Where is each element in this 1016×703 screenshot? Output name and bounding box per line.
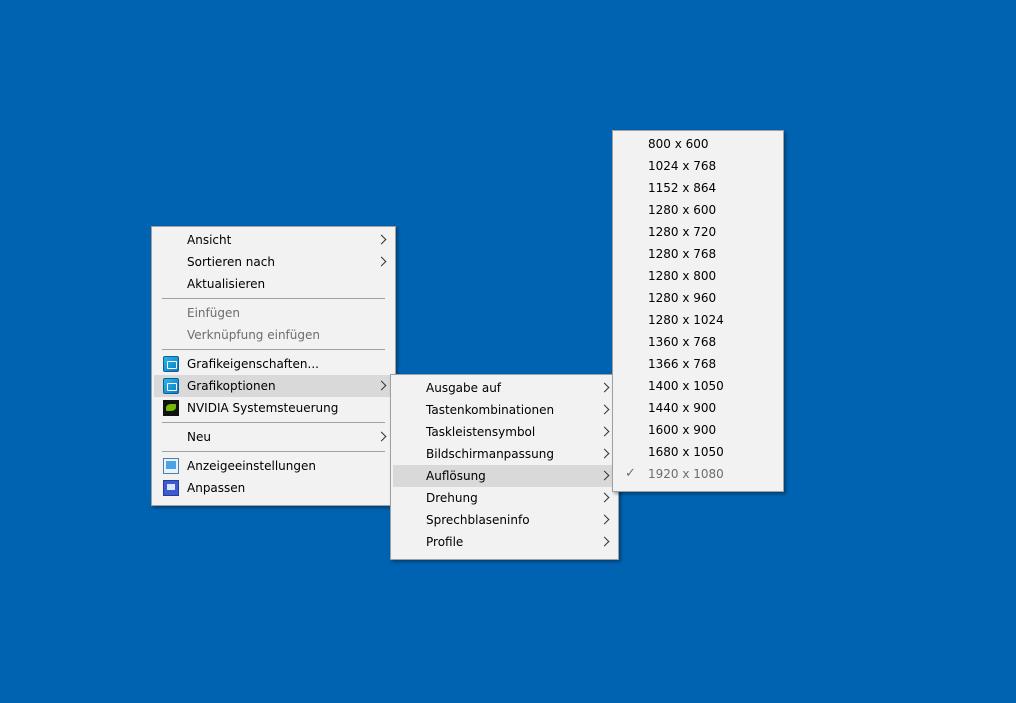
menu-item-bildschirmanpassung[interactable]: Bildschirmanpassung xyxy=(393,443,616,465)
resolution-item[interactable]: 1360 x 768 xyxy=(615,331,781,353)
menu-item-neu[interactable]: Neu xyxy=(154,426,393,448)
resolution-item[interactable]: 1400 x 1050 xyxy=(615,375,781,397)
menu-item-taskleistensymbol[interactable]: Taskleistensymbol xyxy=(393,421,616,443)
chevron-right-icon xyxy=(599,448,610,459)
resolution-item[interactable]: 1280 x 1024 xyxy=(615,309,781,331)
menu-item-label: NVIDIA Systemsteuerung xyxy=(187,401,339,415)
personalize-icon xyxy=(163,480,179,496)
chevron-right-icon xyxy=(376,431,387,442)
menu-item-grafikoptionen[interactable]: Grafikoptionen xyxy=(154,375,393,397)
menu-item-aktualisieren[interactable]: Aktualisieren xyxy=(154,273,393,295)
chevron-right-icon xyxy=(599,492,610,503)
chevron-right-icon xyxy=(599,382,610,393)
menu-item-label: Bildschirmanpassung xyxy=(426,447,554,461)
nvidia-icon xyxy=(163,400,179,416)
resolution-item[interactable]: 1440 x 900 xyxy=(615,397,781,419)
menu-item-label: Tastenkombinationen xyxy=(426,403,555,417)
menu-item-label: Profile xyxy=(426,535,464,549)
menu-item-sprechblaseninfo[interactable]: Sprechblaseninfo xyxy=(393,509,616,531)
chevron-right-icon xyxy=(599,536,610,547)
chevron-right-icon xyxy=(599,404,610,415)
menu-item-verknuepfung-einfuegen: Verknüpfung einfügen xyxy=(154,324,393,346)
menu-item-label: Ausgabe auf xyxy=(426,381,502,395)
resolution-label: 1280 x 720 xyxy=(648,225,717,239)
menu-item-label: Drehung xyxy=(426,491,478,505)
menu-item-label: Verknüpfung einfügen xyxy=(187,328,320,342)
menu-item-sortieren-nach[interactable]: Sortieren nach xyxy=(154,251,393,273)
menu-item-label: Grafikeigenschaften... xyxy=(187,357,319,371)
menu-item-profile[interactable]: Profile xyxy=(393,531,616,553)
resolution-item-current: ✓ 1920 x 1080 xyxy=(615,463,781,485)
resolution-item[interactable]: 1680 x 1050 xyxy=(615,441,781,463)
resolution-label: 800 x 600 xyxy=(648,137,709,151)
resolution-item[interactable]: 1280 x 800 xyxy=(615,265,781,287)
resolution-label: 1920 x 1080 xyxy=(648,467,724,481)
menu-item-anpassen[interactable]: Anpassen xyxy=(154,477,393,499)
chevron-right-icon xyxy=(599,514,610,525)
resolution-item[interactable]: 1152 x 864 xyxy=(615,177,781,199)
chevron-right-icon xyxy=(376,380,387,391)
resolution-label: 1280 x 600 xyxy=(648,203,717,217)
chevron-right-icon xyxy=(599,426,610,437)
resolution-label: 1152 x 864 xyxy=(648,181,717,195)
menu-item-label: Taskleistensymbol xyxy=(426,425,536,439)
checkmark-icon: ✓ xyxy=(625,466,636,481)
resolution-label: 1280 x 800 xyxy=(648,269,717,283)
menu-item-label: Neu xyxy=(187,430,211,444)
resolution-label: 1280 x 960 xyxy=(648,291,717,305)
resolution-label: 1280 x 768 xyxy=(648,247,717,261)
chevron-right-icon xyxy=(599,470,610,481)
chevron-right-icon xyxy=(376,256,387,267)
menu-item-nvidia-systemsteuerung[interactable]: NVIDIA Systemsteuerung xyxy=(154,397,393,419)
menu-item-einfuegen: Einfügen xyxy=(154,302,393,324)
menu-item-label: Auflösung xyxy=(426,469,486,483)
menu-item-label: Grafikoptionen xyxy=(187,379,276,393)
intel-graphics-icon xyxy=(163,356,179,372)
menu-item-label: Einfügen xyxy=(187,306,240,320)
aufloesung-submenu: 800 x 600 1024 x 768 1152 x 864 1280 x 6… xyxy=(612,130,784,492)
resolution-label: 1680 x 1050 xyxy=(648,445,724,459)
resolution-label: 1366 x 768 xyxy=(648,357,717,371)
menu-separator xyxy=(162,422,385,423)
resolution-label: 1024 x 768 xyxy=(648,159,717,173)
resolution-item[interactable]: 1366 x 768 xyxy=(615,353,781,375)
menu-separator xyxy=(162,451,385,452)
menu-item-anzeigeeinstellungen[interactable]: Anzeigeeinstellungen xyxy=(154,455,393,477)
resolution-label: 1400 x 1050 xyxy=(648,379,724,393)
intel-graphics-icon xyxy=(163,378,179,394)
resolution-item[interactable]: 1280 x 768 xyxy=(615,243,781,265)
resolution-item[interactable]: 1280 x 960 xyxy=(615,287,781,309)
menu-item-aufloesung[interactable]: Auflösung xyxy=(393,465,616,487)
resolution-item[interactable]: 1280 x 720 xyxy=(615,221,781,243)
resolution-label: 1440 x 900 xyxy=(648,401,717,415)
resolution-item[interactable]: 1024 x 768 xyxy=(615,155,781,177)
menu-item-grafikeigenschaften[interactable]: Grafikeigenschaften... xyxy=(154,353,393,375)
menu-separator xyxy=(162,349,385,350)
resolution-label: 1600 x 900 xyxy=(648,423,717,437)
display-settings-icon xyxy=(163,458,179,474)
grafikoptionen-submenu: Ausgabe auf Tastenkombinationen Taskleis… xyxy=(390,374,619,560)
resolution-item[interactable]: 1280 x 600 xyxy=(615,199,781,221)
menu-item-label: Anzeigeeinstellungen xyxy=(187,459,316,473)
menu-item-drehung[interactable]: Drehung xyxy=(393,487,616,509)
menu-item-label: Sortieren nach xyxy=(187,255,275,269)
menu-item-ansicht[interactable]: Ansicht xyxy=(154,229,393,251)
chevron-right-icon xyxy=(376,234,387,245)
menu-item-label: Sprechblaseninfo xyxy=(426,513,530,527)
menu-separator xyxy=(162,298,385,299)
menu-item-tastenkombinationen[interactable]: Tastenkombinationen xyxy=(393,399,616,421)
menu-item-label: Anpassen xyxy=(187,481,246,495)
desktop-context-menu: Ansicht Sortieren nach Aktualisieren Ein… xyxy=(151,226,396,506)
resolution-item[interactable]: 800 x 600 xyxy=(615,133,781,155)
resolution-label: 1280 x 1024 xyxy=(648,313,724,327)
resolution-item[interactable]: 1600 x 900 xyxy=(615,419,781,441)
menu-item-label: Ansicht xyxy=(187,233,232,247)
resolution-label: 1360 x 768 xyxy=(648,335,717,349)
menu-item-ausgabe-auf[interactable]: Ausgabe auf xyxy=(393,377,616,399)
menu-item-label: Aktualisieren xyxy=(187,277,266,291)
